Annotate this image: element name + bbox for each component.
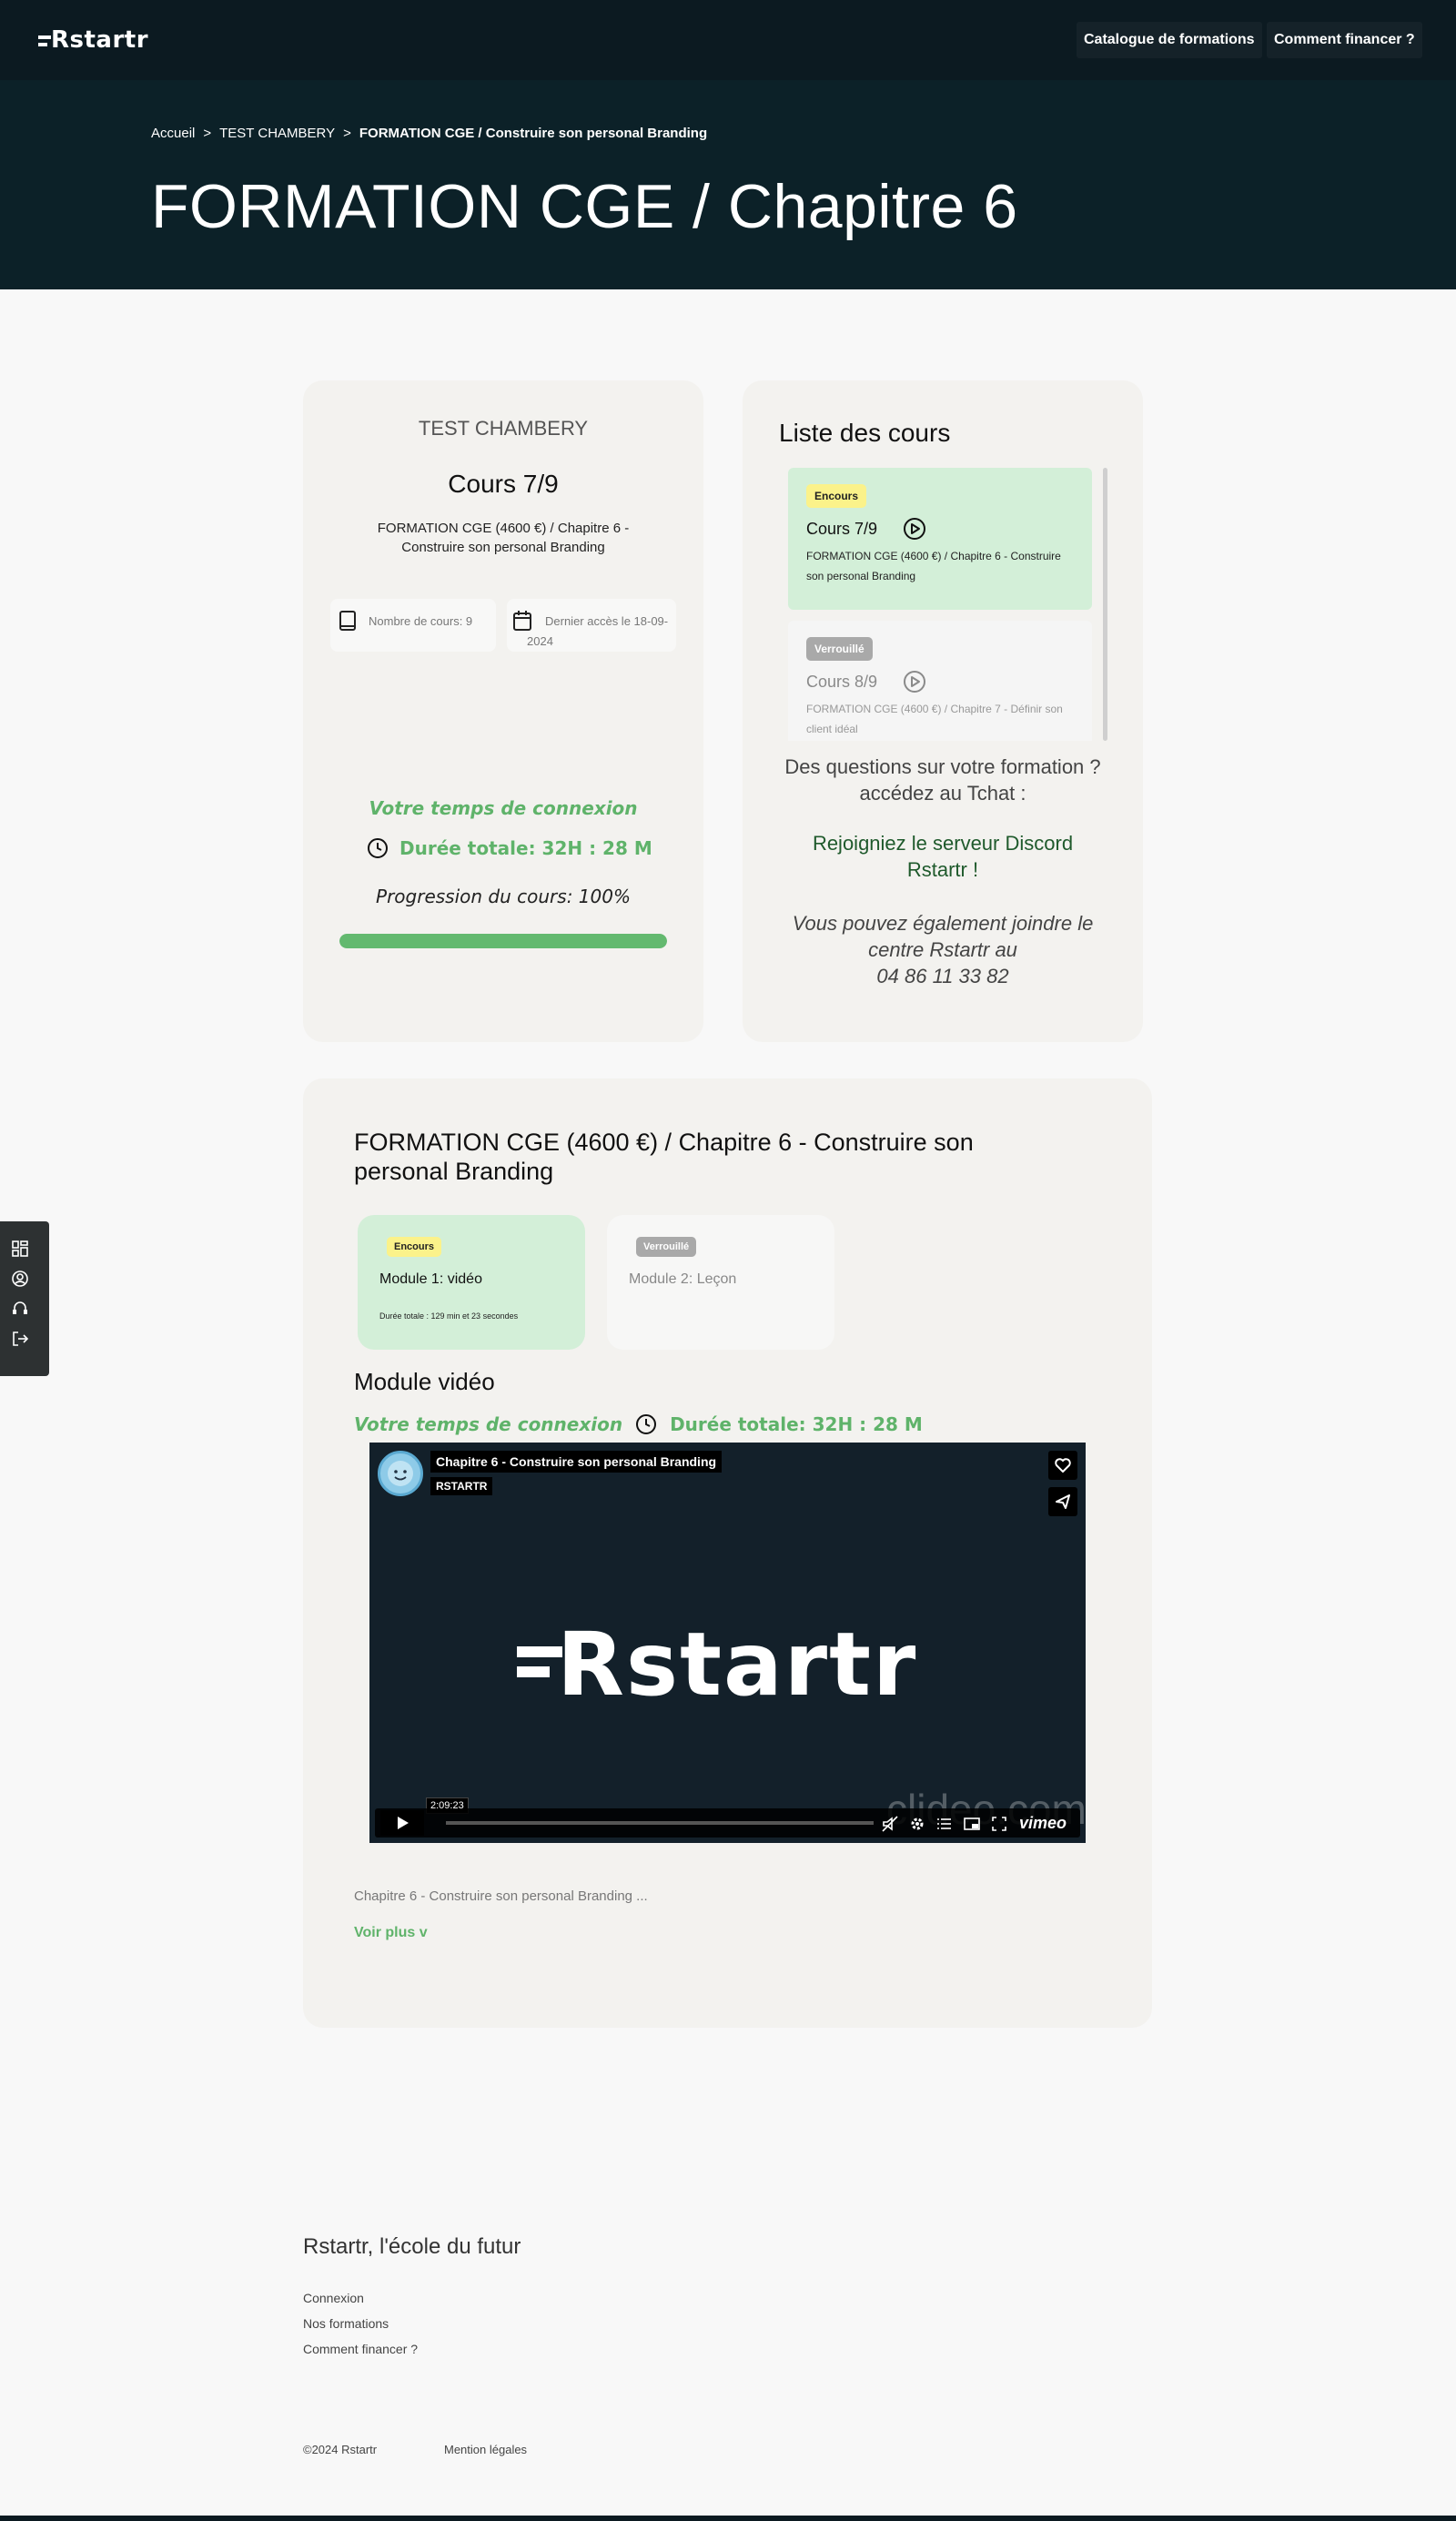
course-list-title: Liste des cours: [779, 419, 951, 447]
duration-text: Durée totale: 32H : 28 M: [670, 1413, 923, 1435]
play-icon[interactable]: [380, 1810, 424, 1836]
book-icon: [339, 611, 356, 631]
gear-icon[interactable]: [908, 1815, 926, 1833]
course-list-scroll[interactable]: Encours Cours 7/9 FORMATION CGE (4600 €)…: [788, 468, 1103, 741]
support-icon[interactable]: [11, 1300, 29, 1318]
course-item-label: Cours 7/9: [806, 519, 878, 538]
phone-contact: Vous pouvez également joindre le centre …: [770, 910, 1116, 989]
share-button[interactable]: [1048, 1487, 1077, 1516]
module-label: Module 2: Leçon: [629, 1271, 737, 1287]
channel-avatar[interactable]: [378, 1451, 423, 1496]
footer-link-connexion[interactable]: Connexion: [303, 2291, 364, 2305]
course-item-description: FORMATION CGE (4600 €) / Chapitre 6 - Co…: [806, 550, 1061, 582]
course-list-item[interactable]: Verrouillé Cours 8/9 FORMATION CGE (4600…: [788, 621, 1092, 741]
breadcrumb-section[interactable]: TEST CHAMBERY: [219, 126, 335, 141]
discord-link[interactable]: Rejoigniez le serveur Discord Rstartr !: [797, 830, 1088, 883]
side-toolbar: [0, 1221, 49, 1376]
course-progress-text: Progression du cours: 100%: [376, 886, 631, 907]
module-card: FORMATION CGE (4600 €) / Chapitre 6 - Co…: [303, 1078, 1152, 2028]
course-list-card: Liste des cours Encours Cours 7/9 FORMAT…: [743, 380, 1143, 1042]
breadcrumb-home[interactable]: Accueil: [151, 126, 195, 141]
video-author[interactable]: RSTARTR: [430, 1477, 493, 1495]
scrollbar[interactable]: [1103, 468, 1107, 741]
vimeo-logo[interactable]: vimeo: [1019, 1814, 1067, 1833]
last-access-box: Dernier accès le 18-09-2024: [507, 599, 676, 652]
status-badge: Encours: [806, 484, 867, 508]
courses-count-box: Nombre de cours: 9: [330, 599, 496, 652]
school-name: TEST CHAMBERY: [418, 417, 589, 440]
footer-link-financer[interactable]: Comment financer ?: [303, 2342, 418, 2356]
rstartr-logo[interactable]: Rstartr: [38, 26, 149, 54]
play-circle-icon[interactable]: [903, 670, 926, 694]
see-more-link[interactable]: Voir plus v: [354, 1925, 428, 1941]
fullscreen-icon[interactable]: [990, 1815, 1008, 1833]
breadcrumb-current: FORMATION CGE / Construire son personal …: [359, 126, 708, 141]
clock-icon: [368, 838, 388, 858]
play-circle-icon[interactable]: [903, 517, 926, 541]
copyright: ©2024 Rstartr: [303, 2443, 378, 2456]
like-button[interactable]: [1048, 1451, 1077, 1480]
phone-number[interactable]: 04 86 11 33 82: [770, 963, 1116, 989]
video-logo-text: Rstartr: [557, 1614, 918, 1716]
logo-mark-icon: [38, 35, 51, 46]
course-item-description: FORMATION CGE (4600 €) / Chapitre 7 - Dé…: [806, 703, 1063, 735]
chapters-list-icon[interactable]: [935, 1815, 954, 1833]
video-controls: vimeo: [375, 1808, 1080, 1838]
course-count: Cours 7/9: [448, 470, 559, 498]
page-title: FORMATION CGE / Chapitre 6: [151, 172, 1018, 241]
legal-link[interactable]: Mention légales: [444, 2443, 527, 2456]
courses-count-text: Nombre de cours: 9: [369, 614, 473, 628]
dashboard-icon[interactable]: [11, 1240, 29, 1258]
progress-bar: [339, 934, 667, 948]
top-navbar: Rstartr Catalogue de formations Comment …: [0, 0, 1456, 80]
module-subtitle: Module vidéo: [354, 1368, 495, 1395]
video-title[interactable]: Chapitre 6 - Construire son personal Bra…: [430, 1451, 723, 1473]
module-duration: Durée totale : 129 min et 23 secondes: [379, 1311, 519, 1321]
send-icon: [1056, 1494, 1070, 1509]
module-title: FORMATION CGE (4600 €) / Chapitre 6 - Co…: [354, 1129, 974, 1185]
video-control-icons: vimeo: [881, 1814, 1067, 1833]
breadcrumb: Accueil > TEST CHAMBERY > FORMATION CGE …: [151, 126, 707, 141]
footer-link-formations[interactable]: Nos formations: [303, 2316, 389, 2331]
financer-link[interactable]: Comment financer ?: [1267, 22, 1422, 58]
video-player[interactable]: Chapitre 6 - Construire son personal Bra…: [369, 1443, 1086, 1843]
connection-time-title: Votre temps de connexion: [354, 1413, 623, 1435]
user-icon[interactable]: [11, 1270, 29, 1288]
video-description: Chapitre 6 - Construire son personal Bra…: [354, 1888, 648, 1904]
module-connection-time: Votre temps de connexion Durée totale: 3…: [354, 1413, 923, 1435]
volume-muted-icon[interactable]: [881, 1815, 899, 1833]
footer-title: Rstartr, l'école du futur: [303, 2234, 521, 2259]
status-badge: Verrouillé: [806, 637, 873, 661]
bottom-bar: [0, 2516, 1456, 2521]
clock-icon: [636, 1414, 657, 1434]
breadcrumb-separator: >: [203, 126, 212, 141]
status-badge: Verrouillé: [636, 1237, 697, 1257]
course-list-item[interactable]: Encours Cours 7/9 FORMATION CGE (4600 €)…: [788, 468, 1092, 610]
last-access-text: Dernier accès le 18-09-2024: [527, 614, 669, 648]
status-badge: Encours: [387, 1237, 442, 1257]
module-tile-lesson[interactable]: Verrouillé Module 2: Leçon: [607, 1215, 834, 1350]
module-label: Module 1: vidéo: [379, 1271, 482, 1287]
connection-time-title: Votre temps de connexion: [369, 797, 638, 819]
video-timeline[interactable]: [446, 1821, 874, 1825]
catalogue-link[interactable]: Catalogue de formations: [1077, 22, 1262, 58]
progress-bar-fill: [339, 934, 667, 948]
duration-text: Durée totale: 32H : 28 M: [399, 837, 652, 859]
heart-icon: [1055, 1458, 1071, 1473]
phone-contact-text: Vous pouvez également joindre le centre …: [792, 912, 1094, 961]
course-description: FORMATION CGE (4600 €) / Chapitre 6 - Co…: [377, 521, 630, 555]
logo-mark-icon: [517, 1646, 562, 1677]
module-tile-video[interactable]: Encours Module 1: vidéo Durée totale : 1…: [358, 1215, 585, 1350]
questions-text: Des questions sur votre formation ? accé…: [784, 755, 1101, 805]
logout-icon[interactable]: [11, 1330, 29, 1348]
course-item-label: Cours 8/9: [806, 672, 878, 691]
course-summary-card: TEST CHAMBERY Cours 7/9 FORMATION CGE (4…: [303, 380, 703, 1042]
video-logo: Rstartr: [517, 1614, 917, 1716]
smiley-icon: [388, 1461, 413, 1486]
breadcrumb-separator: >: [343, 126, 351, 141]
logo-text: Rstartr: [51, 26, 149, 54]
connection-duration: Durée totale: 32H : 28 M: [367, 837, 652, 859]
picture-in-picture-icon[interactable]: [963, 1815, 981, 1833]
